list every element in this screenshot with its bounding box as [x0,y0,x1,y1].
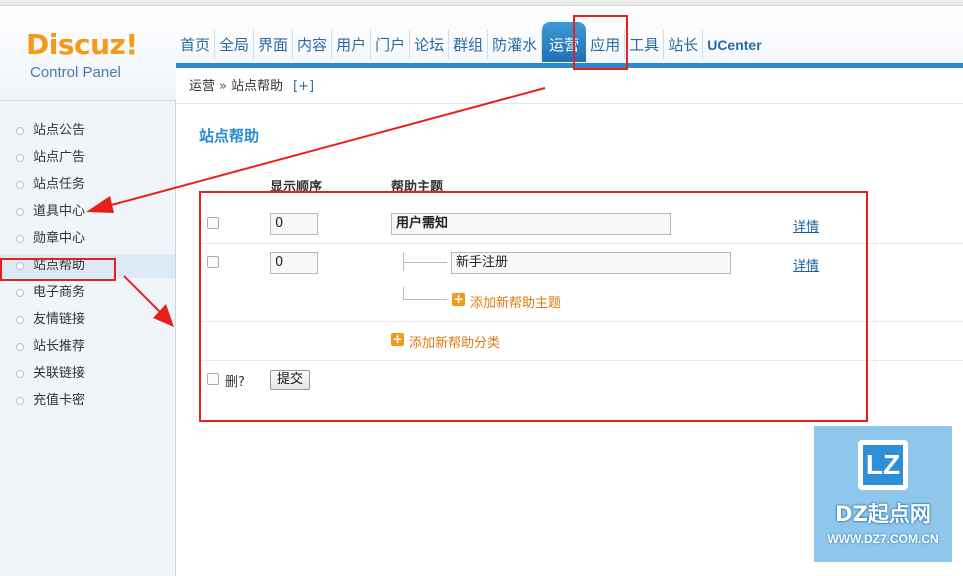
nav-item-groups[interactable]: 群组 [449,30,489,60]
nav-item-portal[interactable]: 门户 [371,30,411,60]
logo[interactable]: Discuz! Control Panel [0,6,176,100]
bullet-icon [16,208,24,216]
sidebar-item-ads[interactable]: 站点广告 [0,146,175,170]
bullet-icon [16,316,24,324]
sidebar-item-cards[interactable]: 充值卡密 [0,389,175,413]
bullet-icon [16,289,24,297]
sidebar-item-label: 勋章中心 [33,231,86,246]
watermark-title: DZ起点网 [835,502,931,526]
sidebar-item-label: 站长推荐 [33,339,86,354]
breadcrumb: 运营 » 站点帮助 [+] [176,68,963,104]
nav-item-tools[interactable]: 工具 [625,30,665,60]
nav-item-global[interactable]: 全局 [215,30,255,60]
sidebar-item-label: 充值卡密 [33,393,86,408]
nav-item-forum[interactable]: 论坛 [410,30,450,60]
watermark-logo-letters: LZ [863,445,903,485]
bullet-icon [16,370,24,378]
breadcrumb-current: 站点帮助 [230,79,283,94]
logo-wordmark: Discuz! [26,28,138,61]
sidebar-item-label: 站点广告 [33,150,86,165]
breadcrumb-separator: » [219,79,227,94]
watermark: LZ DZ起点网 WWW.DZ7.COM.CN [814,426,952,562]
bullet-icon [16,235,24,243]
logo-subtitle: Control Panel [30,64,121,81]
top-nav: 首页 全局 界面 内容 用户 门户 论坛 群组 防灌水 运营 应用 工具 站长 … [176,22,766,62]
watermark-url: WWW.DZ7.COM.CN [827,532,939,546]
sidebar-item-ecommerce[interactable]: 电子商务 [0,281,175,305]
bullet-icon [16,154,24,162]
sidebar-item-props[interactable]: 道具中心 [0,200,175,224]
sidebar-item-medals[interactable]: 勋章中心 [0,227,175,251]
admin-window: Discuz! Control Panel 首页 全局 界面 内容 用户 门户 … [0,0,963,576]
sidebar-item-friend-links[interactable]: 友情链接 [0,308,175,332]
nav-item-content[interactable]: 内容 [293,30,333,60]
sidebar-item-label: 电子商务 [33,285,86,300]
sidebar-item-label: 站点公告 [33,123,86,138]
bullet-icon [16,181,24,189]
sidebar-item-announcements[interactable]: 站点公告 [0,119,175,143]
sidebar: 站点公告 站点广告 站点任务 道具中心 勋章中心 站点帮助 电子商务 友情链接 … [0,100,176,576]
nav-item-admin[interactable]: 站长 [664,30,704,60]
watermark-logo: LZ [858,440,908,490]
page-title: 站点帮助 [199,127,260,145]
annotation-box-content [199,191,868,422]
sidebar-item-related-links[interactable]: 关联链接 [0,362,175,386]
bullet-icon [16,127,24,135]
bullet-icon [16,397,24,405]
sidebar-item-recommend[interactable]: 站长推荐 [0,335,175,359]
annotation-box-nav [573,15,628,70]
nav-item-interface[interactable]: 界面 [254,30,294,60]
bullet-icon [16,343,24,351]
sidebar-item-label: 站点任务 [33,177,86,192]
breadcrumb-parent[interactable]: 运营 [189,79,215,94]
sidebar-item-label: 友情链接 [33,312,86,327]
nav-item-users[interactable]: 用户 [332,30,372,60]
nav-item-home[interactable]: 首页 [176,30,216,60]
nav-item-ucenter[interactable]: UCenter [703,30,765,60]
sidebar-item-tasks[interactable]: 站点任务 [0,173,175,197]
sidebar-item-label: 道具中心 [33,204,86,219]
breadcrumb-add-shortcut[interactable]: [+] [293,79,314,94]
sidebar-item-label: 关联链接 [33,366,86,381]
nav-item-antispam[interactable]: 防灌水 [488,30,543,60]
annotation-box-sidebar [0,258,116,281]
